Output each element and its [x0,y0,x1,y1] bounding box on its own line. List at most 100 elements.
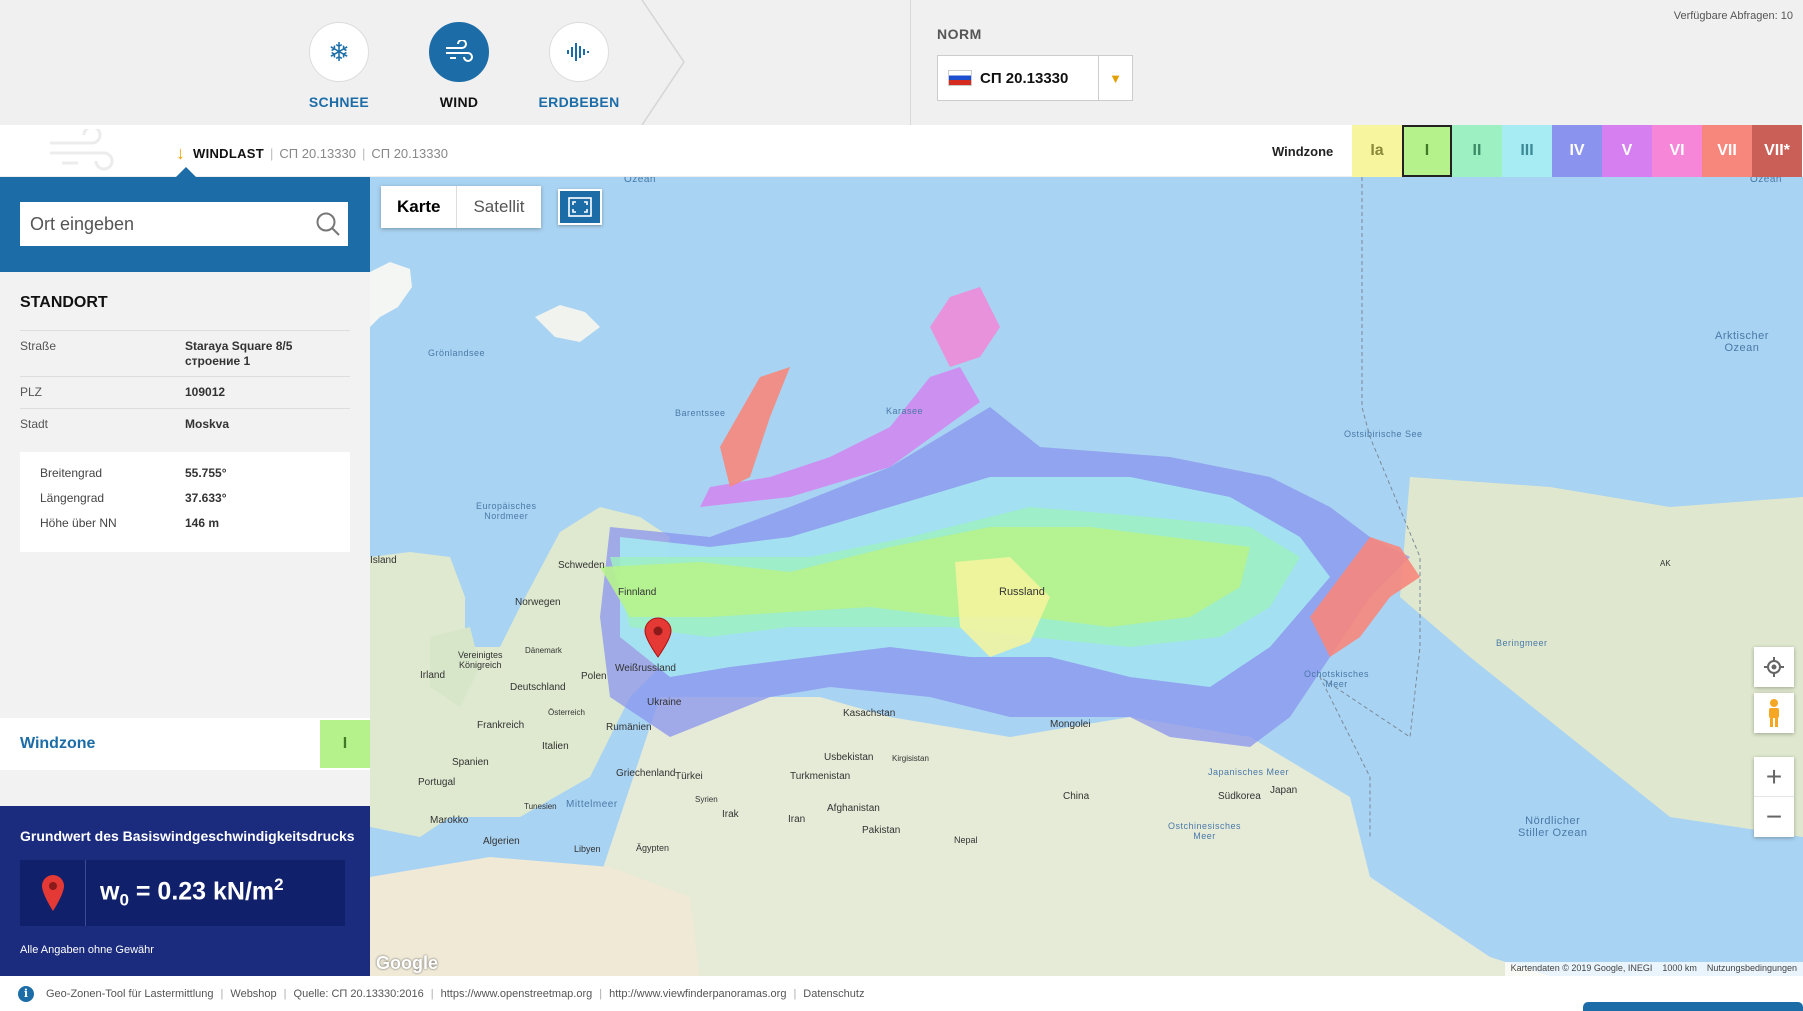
available-queries: Verfügbare Abfragen: 10 [1673,10,1793,22]
footer-link-viewfinder[interactable]: http://www.viewfinderpanoramas.org [609,988,786,1000]
pegman-icon [1769,699,1779,727]
latitude-row: Breitengrad 55.755° [40,466,350,491]
altitude-label: Höhe über NN [40,516,117,530]
map-label-kasachstan: Kasachstan [843,708,896,719]
zone-iv[interactable]: IV [1552,125,1602,177]
zone-ii[interactable]: II [1452,125,1502,177]
latitude-label: Breitengrad [40,466,103,480]
footer-link-webshop[interactable]: Webshop [230,988,276,1000]
street-value: Staraya Square 8/5 строение 1 [185,339,293,368]
dropdown-arrow-icon[interactable]: ▼ [1098,56,1132,100]
my-location-button[interactable] [1754,647,1794,687]
map-label-ostchinesisches-meer: Ostchinesisches Meer [1168,821,1242,841]
asia-land [600,697,1550,976]
breadcrumb: ↓ WINDLAST | СП 20.13330 | СП 20.13330 [176,143,448,163]
footer-link-osm[interactable]: https://www.openstreetmap.org [441,988,593,1000]
map-type-satellit[interactable]: Satellit [457,186,540,228]
mode-wind-label: WIND [439,94,479,110]
map-label-ozean-right: Ozean [1750,177,1782,185]
plz-label: PLZ [20,385,43,399]
map-label-tuerkei: Türkei [675,771,703,782]
map-label-arktischer-ozean: Arktischer Ozean [1715,330,1769,354]
snowflake-icon: ❄ [309,22,369,82]
longitude-value: 37.633° [185,491,227,505]
map-label-barentssee: Barentssee [675,408,726,418]
map-attribution: Kartendaten © 2019 Google, INEGI 1000 km… [1504,962,1803,976]
map-label-norwegen: Norwegen [515,597,561,608]
map-label-schweden: Schweden [558,560,605,571]
zone-i[interactable]: I [1402,125,1452,177]
map-area[interactable]: Ozean Ozean Grönlandsee Barentssee Karas… [370,177,1803,976]
norm-select[interactable]: СП 20.13330 ▼ [937,55,1133,101]
coordinates-box: Breitengrad 55.755° Längengrad 37.633° H… [20,452,350,552]
fullscreen-button[interactable] [558,189,602,225]
sub-header: ↓ WINDLAST | СП 20.13330 | СП 20.13330 W… [0,125,1803,177]
info-icon[interactable]: i [18,985,34,1002]
zone-ia[interactable]: Ia [1352,125,1402,177]
map-label-beringmeer: Beringmeer [1496,638,1548,648]
search-panel [0,177,370,272]
wind-pressure-value: w0 = 0.23 kN/m2 [100,875,284,910]
map-label-groenlandsee: Grönlandsee [428,348,486,358]
breadcrumb-current: WINDLAST [193,146,264,161]
windzone-legend-label: Windzone [1272,144,1334,159]
mode-erdbeben-label: ERDBEBEN [538,94,620,110]
street-label: Straße [20,339,57,353]
zoom-in-icon[interactable]: + [1754,757,1794,797]
novaya-zemlya-region [720,367,790,487]
plz-row: PLZ 109012 [20,376,350,408]
top-header: ❄ SCHNEE WIND ERDBEBEN NORM СП 20.13330 … [0,0,1803,125]
map-label-irak: Irak [722,809,739,820]
seismograph-icon [549,22,609,82]
breadcrumb-item-2[interactable]: СП 20.13330 [371,146,448,161]
city-label: Stadt [20,417,49,431]
map-label-ozean: Ozean [624,177,656,185]
zoom-out-icon[interactable]: − [1754,797,1794,837]
altitude-value: 146 m [185,516,220,530]
map-label-polen: Polen [581,671,607,682]
map-label-pakistan: Pakistan [862,825,901,836]
map-terms-link[interactable]: Nutzungsbedingungen [1707,963,1797,975]
disclaimer: Alle Angaben ohne Gewähr [20,944,154,956]
zone-v[interactable]: V [1602,125,1652,177]
map-label-deutschland: Deutschland [510,682,566,693]
result-box: w0 = 0.23 kN/m2 [20,860,345,926]
map-label-karasee: Karasee [886,406,924,416]
norm-value: СП 20.13330 [980,69,1069,87]
street-view-button[interactable] [1754,693,1794,733]
wind-icon [429,22,489,82]
search-icon[interactable] [308,204,348,244]
map-label-stiller-ozean: Nördlicher Stiller Ozean [1518,815,1588,839]
fullscreen-icon [568,197,592,217]
latitude-value: 55.755° [185,466,227,480]
map-label-spanien: Spanien [452,757,489,768]
map-label-island: Island [370,555,397,566]
arrow-down-icon: ↓ [176,143,185,163]
zone-vi[interactable]: VI [1652,125,1702,177]
map-label-usbekistan: Usbekistan [824,752,874,763]
map-pin-icon [20,860,86,926]
map-label-afghanistan: Afghanistan [827,803,880,814]
map-label-ostsibirische-see: Ostsibirische See [1344,429,1423,439]
footer-link-tool[interactable]: Geo-Zonen-Tool für Lastermittlung [46,988,214,1000]
breadcrumb-item-1[interactable]: СП 20.13330 [279,146,356,161]
map-type-karte[interactable]: Karte [381,186,458,228]
mode-schnee[interactable]: ❄ SCHNEE [279,22,399,110]
zone-vii-star[interactable]: VII* [1752,125,1802,177]
mode-erdbeben[interactable]: ERDBEBEN [519,22,639,110]
map-label-japanisches-meer: Japanisches Meer [1208,767,1290,777]
map-label-irland: Irland [420,670,446,681]
windzone-result-label: Windzone [20,735,96,752]
norm-label: NORM [937,26,982,42]
mode-wind[interactable]: WIND [399,22,519,110]
zone-vii[interactable]: VII [1702,125,1752,177]
map-type-toggle: Karte Satellit [381,186,541,228]
windzone-legend: Ia I II III IV V VI VII VII* [1352,125,1802,177]
zone-vi-region [930,287,1000,367]
map-label-tunesien: Tunesien [524,802,557,811]
footer-link-datenschutz[interactable]: Datenschutz [803,988,864,1000]
date-line [1318,177,1421,837]
zone-iii[interactable]: III [1502,125,1552,177]
map-label-ak: AK [1660,559,1671,568]
search-input[interactable] [20,204,308,244]
